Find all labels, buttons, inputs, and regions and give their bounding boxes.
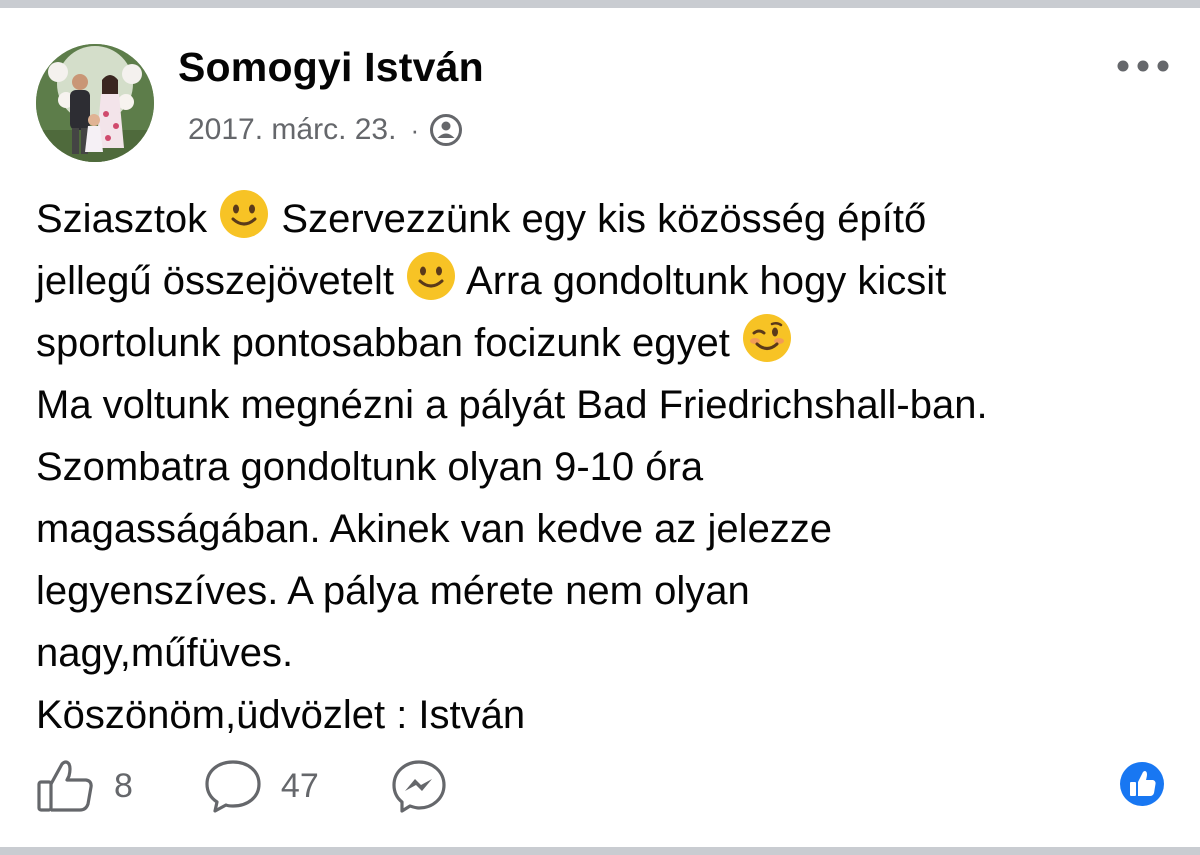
slightly-smiling-face-icon <box>407 252 456 300</box>
post-line: legyenszíves. A pálya mérete nem olyan <box>36 569 750 613</box>
post-line: Ma voltunk megnézni a pályát Bad Friedri… <box>36 383 988 427</box>
winking-face-icon <box>742 314 791 362</box>
comment-button[interactable]: 47 <box>203 758 319 814</box>
avatar[interactable] <box>36 44 154 162</box>
post-line: nagy,műfüves. <box>36 631 294 675</box>
like-reaction-icon[interactable] <box>1118 760 1166 808</box>
post-line: magasságában. Akinek van kedve az jelezz… <box>36 507 833 551</box>
action-bar: 8 47 <box>36 756 519 816</box>
post-line: Szombatra gondoltunk olyan 9-10 óra <box>36 445 704 489</box>
bottom-divider <box>0 847 1200 855</box>
post-date[interactable]: 2017. márc. 23. <box>188 113 396 147</box>
comment-count[interactable]: 47 <box>281 767 319 806</box>
avatar-photo <box>36 44 154 162</box>
thumbs-up-icon[interactable] <box>36 758 96 814</box>
like-button[interactable]: 8 <box>36 758 133 814</box>
post-line: Sziasztok Szervezzünk egy kis közösség é… <box>36 188 1176 250</box>
meta-separator: · <box>410 114 420 145</box>
author-name[interactable]: Somogyi István <box>178 44 484 91</box>
slightly-smiling-face-icon <box>220 190 269 238</box>
like-count[interactable]: 8 <box>114 767 133 806</box>
top-divider <box>0 0 1200 8</box>
post-meta: 2017. márc. 23. · <box>188 110 463 150</box>
post-line: Köszönöm,üdvözlet : István <box>36 693 526 737</box>
post-text: Sziasztok Szervezzünk egy kis közösség é… <box>36 188 1176 746</box>
messenger-icon[interactable] <box>389 758 449 814</box>
more-options-icon[interactable] <box>1116 56 1170 76</box>
post-line: sportolunk pontosabban focizunk egyet <box>36 312 1176 374</box>
send-button[interactable] <box>389 758 449 814</box>
comment-bubble-icon[interactable] <box>203 758 263 814</box>
friends-icon[interactable] <box>429 113 463 147</box>
post-line: jellegű összejövetelt Arra gondoltunk ho… <box>36 250 1176 312</box>
post-card: Somogyi István 2017. márc. 23. · Sziaszt… <box>0 0 1200 855</box>
